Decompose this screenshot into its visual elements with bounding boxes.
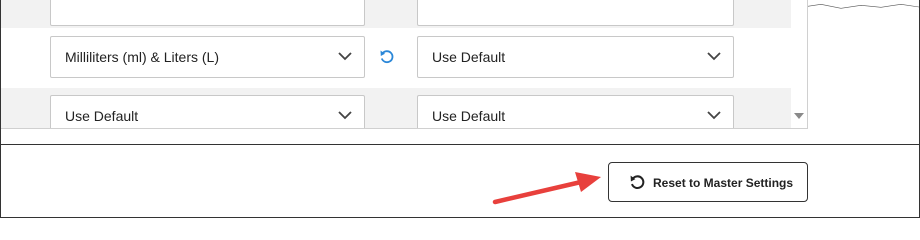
override-select[interactable] xyxy=(417,0,734,26)
unit-select-value: Milliliters (ml) & Liters (L) xyxy=(65,49,219,65)
vertical-scrollbar[interactable] xyxy=(791,0,807,128)
override-select[interactable]: Use Default xyxy=(417,36,734,78)
override-select-value: Use Default xyxy=(432,108,506,124)
red-arrow-annotation xyxy=(492,172,601,205)
unit-select[interactable] xyxy=(50,0,365,26)
undo-icon xyxy=(630,175,645,189)
chevron-down-icon xyxy=(707,111,721,120)
chevron-down-icon xyxy=(338,52,352,61)
footer-divider xyxy=(1,144,919,145)
undo-icon[interactable] xyxy=(379,49,395,65)
settings-table: Milliliters (ml) & Liters (L) Use Defaul… xyxy=(1,0,808,129)
unit-select[interactable]: Milliliters (ml) & Liters (L) xyxy=(50,36,365,78)
override-select-value: Use Default xyxy=(432,49,506,65)
override-select[interactable]: Use Default xyxy=(417,95,734,128)
scroll-down-arrow-icon[interactable] xyxy=(794,113,804,119)
reset-to-master-settings-button[interactable]: Reset to Master Settings xyxy=(608,162,808,202)
settings-window: Milliliters (ml) & Liters (L) Use Defaul… xyxy=(0,0,920,218)
chevron-down-icon xyxy=(707,52,721,61)
unit-select[interactable]: Use Default xyxy=(50,95,365,128)
reset-to-master-settings-label: Reset to Master Settings xyxy=(653,176,794,190)
table-row: Milliliters (ml) & Liters (L) Use Defaul… xyxy=(1,28,791,88)
table-row: Use Default Use Default xyxy=(1,88,791,128)
unit-select-value: Use Default xyxy=(65,108,139,124)
chevron-down-icon xyxy=(338,111,352,120)
table-row xyxy=(1,0,791,28)
